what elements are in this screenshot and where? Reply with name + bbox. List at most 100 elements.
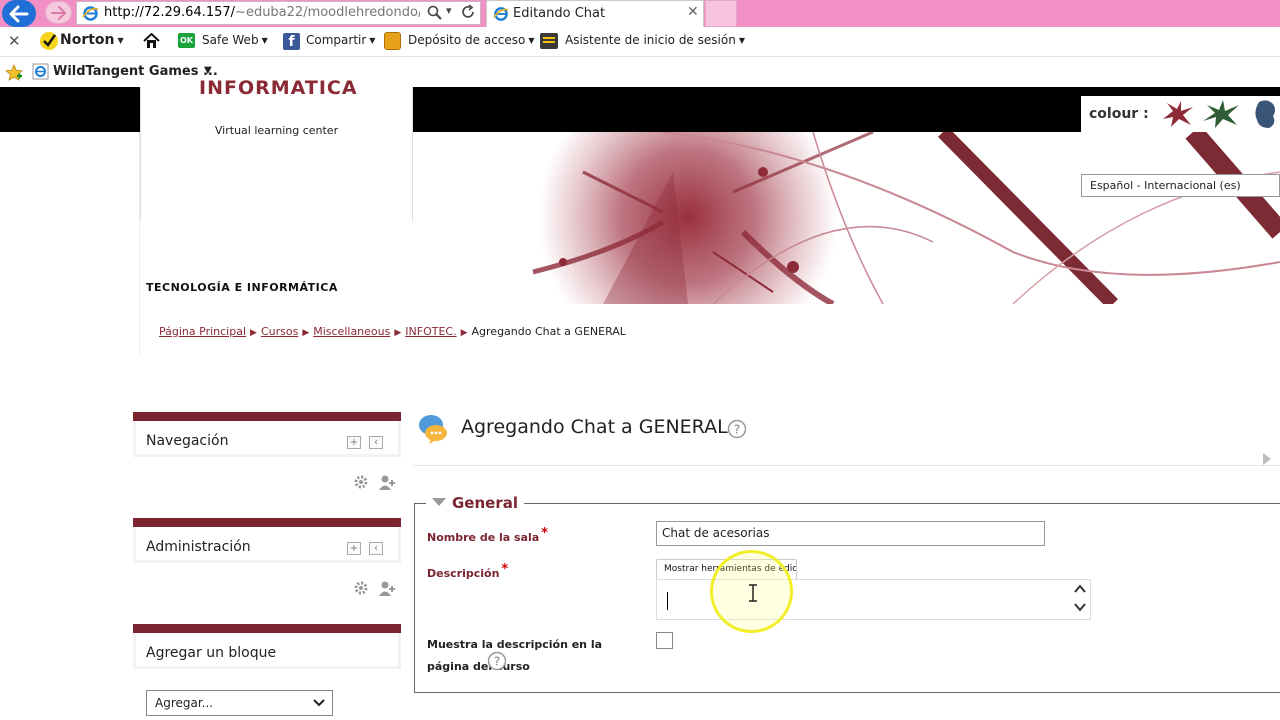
address-dropdown-icon[interactable]: ▾: [446, 4, 452, 17]
general-legend[interactable]: General: [426, 494, 524, 512]
block-agregar: Agregar un bloque: [133, 624, 401, 669]
help-icon[interactable]: ?: [727, 419, 747, 439]
colour-red-swatch-icon[interactable]: [1159, 99, 1197, 129]
caret-down-icon: ▼: [738, 36, 745, 45]
favorites-dropdown-icon[interactable]: ▼: [204, 65, 212, 76]
compartir-label: Compartir: [306, 33, 367, 47]
collapse-block-icon[interactable]: ‹: [369, 436, 383, 449]
breadcrumb-separator-icon: ▶: [302, 328, 310, 338]
colour-blue-swatch-icon[interactable]: [1251, 98, 1280, 130]
language-select[interactable]: Español - Internacional (es): [1081, 174, 1280, 197]
vault-icon: [384, 32, 401, 50]
svg-text:?: ?: [734, 423, 740, 437]
nombre-label-text: Nombre de la sala: [427, 531, 540, 544]
svg-text:?: ?: [494, 655, 500, 669]
scroll-up-icon[interactable]: [1073, 583, 1087, 595]
caret-down-icon: ▼: [528, 36, 535, 45]
text-caret: [667, 592, 668, 610]
nombre-sala-input[interactable]: Chat de acesorias: [656, 521, 1045, 546]
search-icon[interactable]: [427, 5, 442, 20]
safe-web-label: Safe Web: [202, 33, 259, 47]
back-arrow-icon: [9, 5, 29, 23]
breadcrumb-link-home[interactable]: Página Principal: [159, 325, 246, 338]
block-header-bar: [133, 518, 401, 527]
logo-title: INFORMATICA: [199, 77, 358, 99]
dock-block-icon[interactable]: +: [347, 436, 361, 449]
block-title-administracion: Administración: [146, 539, 251, 555]
safe-web-icon: OK: [178, 33, 195, 48]
ie-page-icon: [82, 6, 99, 21]
dock-block-icon[interactable]: +: [347, 542, 361, 555]
login-wizard-icon: [540, 33, 558, 49]
block-header-bar: [133, 412, 401, 421]
home-icon[interactable]: [143, 33, 160, 49]
assign-roles-icon[interactable]: [378, 474, 396, 490]
add-block-select[interactable]: Agregar...: [146, 690, 333, 716]
ie-favorite-icon: [32, 63, 49, 80]
assign-roles-icon[interactable]: [378, 580, 396, 596]
block-administracion: Administración + ‹: [133, 518, 401, 596]
scroll-down-icon[interactable]: [1073, 601, 1087, 613]
required-asterisk-icon: *: [541, 526, 548, 541]
help-icon[interactable]: ?: [487, 651, 507, 671]
block-header-bar: [133, 624, 401, 633]
nombre-label: Nombre de la sala *: [427, 526, 548, 544]
norton-label: Norton: [60, 32, 115, 48]
collapse-block-icon[interactable]: ‹: [369, 542, 383, 555]
block-header: Agregar un bloque: [133, 633, 401, 669]
block-header: Administración + ‹: [133, 527, 401, 563]
breadcrumb-separator-icon: ▶: [250, 328, 257, 338]
colour-switcher: colour :: [1081, 96, 1280, 132]
block-header: Navegación + ‹: [133, 421, 401, 457]
tab-title: Editando Chat: [513, 6, 606, 21]
forward-arrow-icon: [51, 6, 66, 20]
breadcrumb: Página Principal ▶ Cursos ▶ Miscellaneous ▶ IN…: [159, 325, 626, 338]
norton-check-icon: [40, 32, 58, 50]
favorite-wildtangent[interactable]: WildTangent Games ...: [53, 64, 218, 79]
address-bar[interactable]: http://72.29.64.157/~eduba22/moodlehredo…: [76, 1, 481, 25]
caret-down-icon: ▼: [261, 36, 268, 45]
address-host: http://72.29.64.157/: [104, 5, 236, 20]
new-tab-button[interactable]: [705, 0, 737, 27]
breadcrumb-link-miscellaneous[interactable]: Miscellaneous: [313, 325, 390, 338]
browser-tab[interactable]: Editando Chat ✕: [486, 0, 704, 27]
deposito-menu[interactable]: Depósito de acceso ▼: [408, 33, 535, 47]
colour-green-swatch-icon[interactable]: [1201, 99, 1241, 129]
favorites-star-icon[interactable]: [5, 64, 23, 81]
forward-button[interactable]: [45, 1, 72, 24]
block-title-agregar: Agregar un bloque: [146, 645, 277, 661]
norton-menu[interactable]: Norton ▼: [60, 32, 124, 48]
block-navegacion: Navegación + ‹: [133, 412, 401, 490]
chat-icon: [419, 415, 447, 444]
safe-web-menu[interactable]: Safe Web ▼: [202, 33, 268, 47]
text-cursor-icon: [749, 584, 757, 602]
ie-tab-icon: [493, 7, 509, 21]
address-path: ~eduba22/moodlehredondo/cours: [235, 5, 420, 20]
descripcion-label-text: Descripción: [427, 567, 500, 580]
gear-icon[interactable]: [353, 474, 369, 490]
expand-sidebar-icon[interactable]: [1262, 452, 1272, 466]
muestra-descripcion-checkbox[interactable]: [656, 632, 673, 649]
compartir-menu[interactable]: Compartir ▼: [306, 33, 375, 47]
breadcrumb-current: Agregando Chat a GENERAL: [471, 325, 626, 338]
page-title: Agregando Chat a GENERAL: [461, 416, 728, 438]
refresh-icon[interactable]: [461, 4, 476, 20]
breadcrumb-link-cursos[interactable]: Cursos: [261, 325, 298, 338]
site-logo[interactable]: INFORMATICA Virtual learning center: [140, 77, 413, 221]
asistente-label: Asistente de inicio de sesión: [565, 33, 736, 47]
facebook-icon: f: [283, 33, 300, 50]
close-toolbar-icon[interactable]: ✕: [8, 32, 21, 50]
caret-down-icon: ▼: [117, 36, 124, 45]
back-button[interactable]: [2, 0, 36, 27]
favorites-bar: WildTangent Games ... ▼: [0, 57, 1280, 87]
descripcion-label: Descripción *: [427, 562, 508, 580]
page-left-gutter: [0, 132, 140, 357]
deposito-label: Depósito de acceso: [408, 33, 526, 47]
asistente-menu[interactable]: Asistente de inicio de sesión ▼: [565, 33, 745, 47]
screen: { "browser": { "address_host": "http://7…: [0, 0, 1280, 720]
gear-icon[interactable]: [353, 580, 369, 596]
close-tab-icon[interactable]: ✕: [687, 4, 699, 20]
breadcrumb-link-infotec[interactable]: INFOTEC.: [405, 325, 456, 338]
breadcrumb-separator-icon: ▶: [394, 328, 402, 338]
norton-toolbar: ✕ Norton ▼ OK Safe Web ▼ f Compartir ▼ Depó…: [0, 27, 1280, 57]
